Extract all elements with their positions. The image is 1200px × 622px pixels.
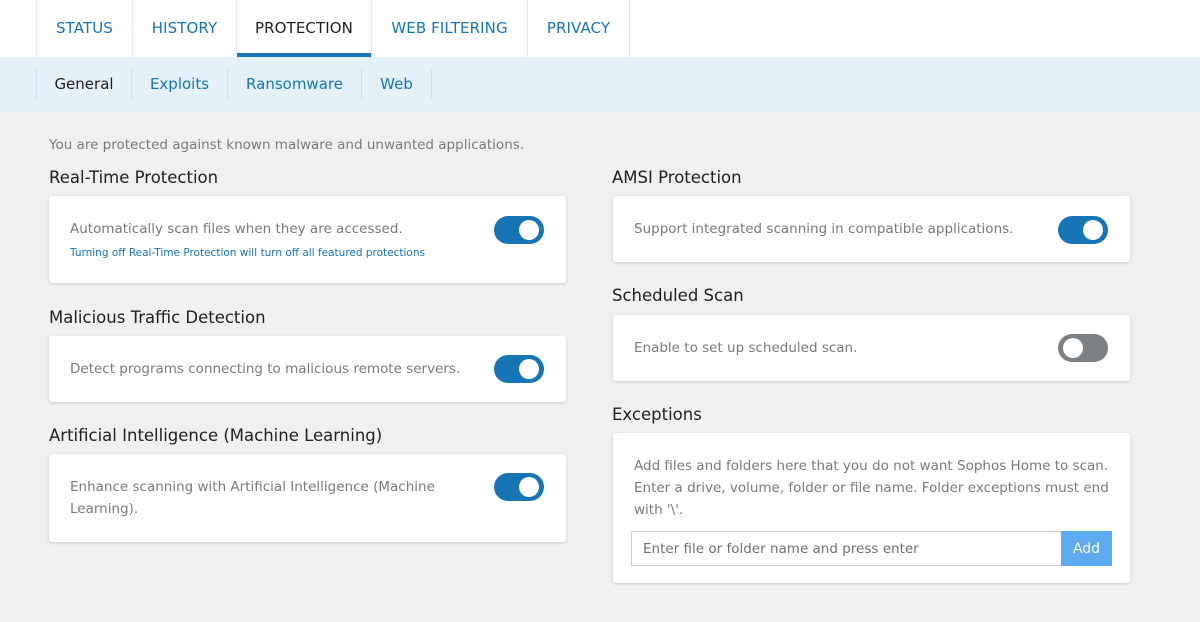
- amsi-toggle[interactable]: [1058, 216, 1108, 244]
- realtime-toggle[interactable]: [494, 216, 544, 244]
- amsi-title: AMSI Protection: [612, 168, 742, 187]
- subtab-exploits[interactable]: Exploits: [132, 69, 228, 99]
- malicious-card: Detect programs connecting to malicious …: [49, 336, 566, 402]
- tab-protection[interactable]: PROTECTION: [237, 0, 372, 57]
- ai-desc-line1: Enhance scanning with Artificial Intelli…: [70, 479, 435, 495]
- exceptions-title: Exceptions: [612, 405, 702, 424]
- tab-web-filtering[interactable]: WEB FILTERING: [372, 0, 528, 57]
- exceptions-desc: Add files and folders here that you do n…: [634, 455, 1109, 521]
- malicious-desc: Detect programs connecting to malicious …: [70, 361, 461, 377]
- tab-history[interactable]: HISTORY: [133, 0, 237, 57]
- ai-title: Artificial Intelligence (Machine Learnin…: [49, 426, 383, 445]
- sub-nav: General Exploits Ransomware Web: [0, 57, 1200, 111]
- toggle-knob: [1063, 338, 1083, 358]
- scheduled-desc: Enable to set up scheduled scan.: [634, 340, 858, 356]
- ai-card: Enhance scanning with Artificial Intelli…: [49, 454, 566, 542]
- amsi-card: Support integrated scanning in compatibl…: [613, 196, 1130, 262]
- scheduled-title: Scheduled Scan: [612, 286, 744, 305]
- realtime-title: Real-Time Protection: [49, 168, 219, 187]
- toggle-knob: [519, 477, 539, 497]
- malicious-toggle[interactable]: [494, 355, 544, 383]
- scheduled-toggle[interactable]: [1058, 334, 1108, 362]
- subtab-web[interactable]: Web: [362, 69, 432, 99]
- realtime-note: Turning off Real-Time Protection will tu…: [70, 247, 425, 259]
- tab-privacy[interactable]: PRIVACY: [528, 0, 630, 57]
- exceptions-desc-line1: Add files and folders here that you do n…: [634, 458, 1109, 474]
- subtab-ransomware[interactable]: Ransomware: [228, 69, 362, 99]
- exceptions-desc-line3: with '\'.: [634, 502, 684, 518]
- realtime-card: Automatically scan files when they are a…: [49, 196, 566, 283]
- ai-desc-line2: Learning).: [70, 501, 139, 517]
- ai-desc: Enhance scanning with Artificial Intelli…: [70, 476, 435, 520]
- ai-toggle[interactable]: [494, 473, 544, 501]
- subtab-general[interactable]: General: [36, 69, 132, 99]
- top-nav: STATUS HISTORY PROTECTION WEB FILTERING …: [0, 0, 1200, 57]
- protection-status-text: You are protected against known malware …: [49, 137, 525, 153]
- tab-status[interactable]: STATUS: [36, 0, 133, 57]
- toggle-knob: [1083, 220, 1103, 240]
- toggle-knob: [519, 220, 539, 240]
- scheduled-card: Enable to set up scheduled scan.: [613, 315, 1130, 381]
- amsi-desc: Support integrated scanning in compatibl…: [634, 221, 1014, 237]
- toggle-knob: [519, 359, 539, 379]
- malicious-title: Malicious Traffic Detection: [49, 308, 266, 327]
- exceptions-desc-line2: Enter a drive, volume, folder or file na…: [634, 480, 1109, 496]
- exception-path-input[interactable]: [631, 531, 1061, 566]
- add-exception-button[interactable]: Add: [1061, 531, 1112, 566]
- exceptions-card: Add files and folders here that you do n…: [613, 433, 1130, 583]
- realtime-desc: Automatically scan files when they are a…: [70, 221, 403, 237]
